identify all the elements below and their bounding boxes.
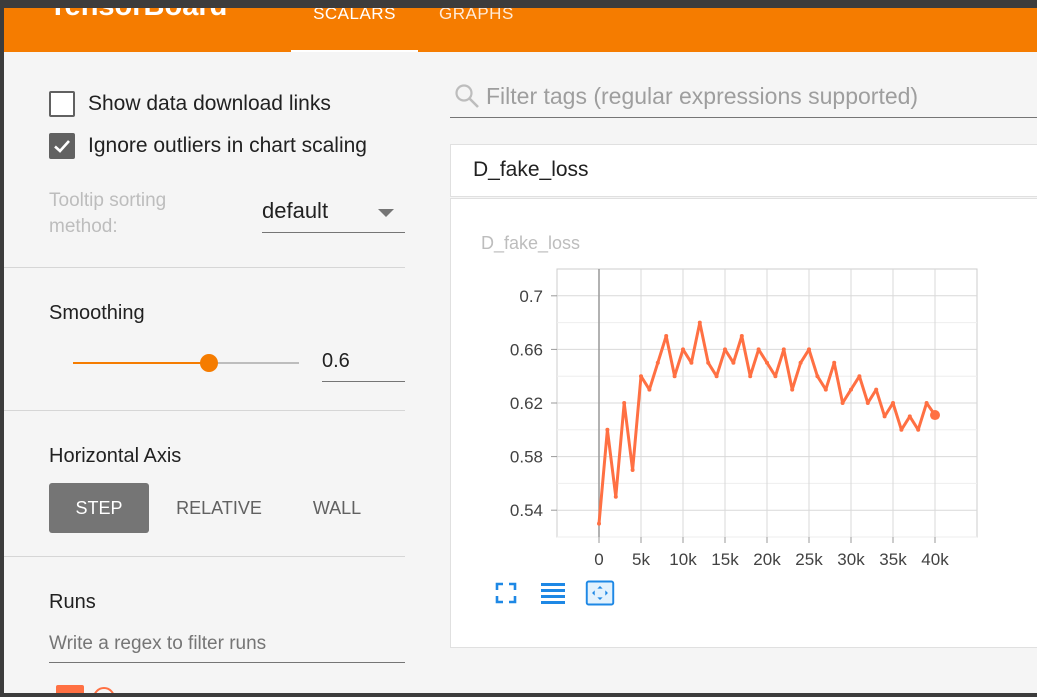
tag-group-title: D_fake_loss xyxy=(473,158,589,181)
tab-graphs[interactable]: GRAPHS xyxy=(439,8,529,52)
data-point xyxy=(798,360,803,365)
data-point xyxy=(756,347,761,352)
data-point xyxy=(731,360,736,365)
tooltip-sorting-value: default xyxy=(262,198,329,223)
data-point xyxy=(613,494,618,499)
tag-group-header[interactable]: D_fake_loss xyxy=(450,144,1037,197)
smoothing-slider[interactable] xyxy=(73,354,299,372)
data-point xyxy=(865,401,870,405)
data-point xyxy=(664,334,669,338)
tag-filter-input[interactable]: Filter tags (regular expressions support… xyxy=(486,83,918,110)
data-point xyxy=(781,347,786,352)
horizontal-axis-title: Horizontal Axis xyxy=(49,445,182,467)
x-tick-label: 15k xyxy=(711,550,739,569)
x-tick-label: 35k xyxy=(879,550,907,569)
app-title: TensorBoard xyxy=(49,8,227,23)
x-tick-label: 10k xyxy=(669,550,697,569)
data-point xyxy=(647,387,652,392)
tag-filter-bar[interactable]: Filter tags (regular expressions support… xyxy=(450,78,1037,118)
x-tick-label: 40k xyxy=(921,550,949,569)
runs-title: Runs xyxy=(49,591,96,613)
data-point xyxy=(655,360,660,365)
data-point xyxy=(916,427,921,432)
log-scale-icon[interactable] xyxy=(538,578,568,608)
data-point xyxy=(790,387,795,392)
y-tick-label: 0.62 xyxy=(510,394,543,413)
data-point xyxy=(823,387,828,392)
divider xyxy=(4,410,405,411)
run-color-checkbox[interactable] xyxy=(56,685,84,693)
ignore-outliers-checkbox[interactable]: Ignore outliers in chart scaling xyxy=(49,132,367,160)
checkbox-unchecked-icon[interactable] xyxy=(49,91,75,117)
data-point xyxy=(748,374,753,379)
data-point xyxy=(630,468,635,472)
data-point xyxy=(874,387,879,392)
series-end-marker xyxy=(930,410,940,421)
x-tick-label: 5k xyxy=(632,550,650,569)
fullscreen-icon[interactable] xyxy=(491,578,521,608)
data-point xyxy=(597,521,601,526)
data-point xyxy=(681,347,685,352)
show-download-links-label: Show data download links xyxy=(88,92,331,115)
data-point xyxy=(714,374,719,379)
show-download-links-checkbox[interactable]: Show data download links xyxy=(49,90,331,118)
tooltip-sorting-dropdown[interactable]: default xyxy=(262,193,405,233)
data-point xyxy=(706,360,711,365)
y-tick-label: 0.58 xyxy=(510,448,543,467)
data-point xyxy=(689,360,694,365)
tooltip-sorting-label: Tooltip sorting method: xyxy=(49,190,167,237)
data-point xyxy=(723,347,727,352)
runs-filter-input[interactable]: Write a regex to filter runs xyxy=(49,631,405,663)
smoothing-slider-knob[interactable] xyxy=(199,354,218,372)
x-tick-label: 30k xyxy=(837,550,865,569)
smoothing-value-input[interactable]: 0.6 xyxy=(322,342,405,382)
tensorboard-window: TensorBoard SCALARS GRAPHS Show data dow… xyxy=(4,8,1037,693)
data-point xyxy=(622,401,627,405)
data-point xyxy=(815,374,820,379)
divider xyxy=(4,556,405,557)
data-point xyxy=(773,374,778,379)
data-point xyxy=(672,374,677,379)
tab-scalars[interactable]: SCALARS xyxy=(291,8,418,52)
checkbox-checked-icon[interactable] xyxy=(49,133,75,159)
chevron-down-icon xyxy=(378,209,394,217)
data-point xyxy=(840,401,845,405)
axis-wall-button[interactable]: WALL xyxy=(294,483,380,533)
chart-title: D_fake_loss xyxy=(481,233,580,254)
fit-domain-icon[interactable] xyxy=(585,578,615,608)
sidebar: Show data download links Ignore outliers… xyxy=(4,52,405,693)
y-tick-label: 0.66 xyxy=(510,340,543,359)
top-toolbar: TensorBoard SCALARS GRAPHS xyxy=(4,8,1037,52)
data-point xyxy=(697,320,702,325)
data-point xyxy=(832,360,837,365)
data-point xyxy=(882,414,887,419)
x-tick-label: 0 xyxy=(594,550,603,569)
data-point xyxy=(807,347,811,352)
data-point xyxy=(849,387,853,392)
data-point xyxy=(765,360,769,365)
y-tick-label: 0.54 xyxy=(510,501,543,520)
divider xyxy=(4,267,405,268)
y-tick-label: 0.7 xyxy=(519,287,543,306)
data-point xyxy=(924,401,929,405)
data-point xyxy=(739,334,744,338)
data-point xyxy=(639,374,643,379)
search-icon xyxy=(455,84,479,108)
data-point xyxy=(899,427,904,432)
smoothing-slider-fill xyxy=(73,362,209,364)
x-tick-label: 20k xyxy=(753,550,781,569)
smoothing-title: Smoothing xyxy=(49,302,145,324)
axis-relative-button[interactable]: RELATIVE xyxy=(164,483,274,533)
ignore-outliers-label: Ignore outliers in chart scaling xyxy=(88,134,367,157)
x-tick-label: 25k xyxy=(795,550,823,569)
axis-step-button[interactable]: STEP xyxy=(49,483,149,533)
data-point xyxy=(891,401,895,405)
run-radio-button[interactable] xyxy=(93,687,115,693)
data-point xyxy=(857,374,862,379)
data-point xyxy=(605,427,610,432)
data-point xyxy=(907,414,912,419)
